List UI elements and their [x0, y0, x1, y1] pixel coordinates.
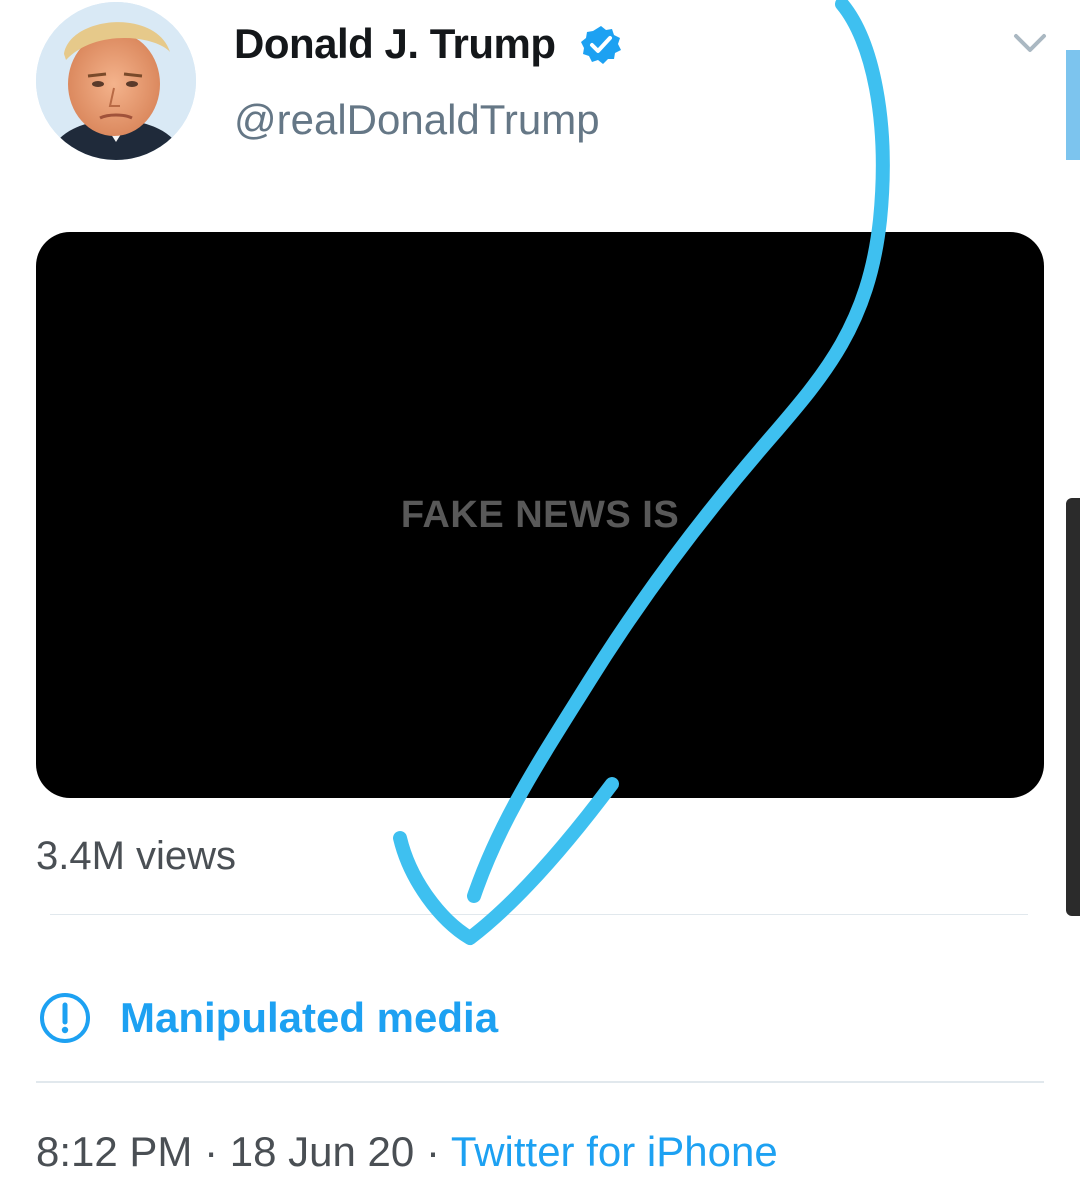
manipulated-media-link[interactable]: Manipulated media — [120, 994, 498, 1042]
avatar[interactable] — [36, 2, 196, 160]
meta-separator: · — [204, 1128, 219, 1175]
video-player[interactable]: FAKE NEWS IS — [36, 232, 1044, 798]
tweet-detail: Donald J. Trump @realDonaldTrump FAKE NE… — [0, 0, 1080, 1194]
scrollbar[interactable] — [1066, 498, 1080, 916]
divider — [36, 1081, 1044, 1083]
tweet-date[interactable]: 18 Jun 20 — [230, 1128, 415, 1175]
tweet-time[interactable]: 8:12 PM — [36, 1128, 192, 1175]
portrait-image — [36, 2, 196, 160]
exclamation-circle-icon[interactable] — [38, 991, 92, 1045]
verified-badge-icon — [581, 26, 621, 64]
divider — [50, 914, 1028, 915]
tweet-metadata: 8:12 PM · 18 Jun 20 · Twitter for iPhone — [36, 1128, 778, 1176]
author-handle[interactable]: @realDonaldTrump — [234, 96, 600, 144]
chevron-down-icon[interactable] — [1010, 28, 1050, 58]
video-caption-text: FAKE NEWS IS — [400, 494, 680, 536]
tweet-source-link[interactable]: Twitter for iPhone — [451, 1128, 778, 1175]
side-edge-accent — [1066, 50, 1080, 160]
meta-separator: · — [425, 1128, 440, 1175]
view-count: 3.4M views — [36, 834, 237, 878]
author-name[interactable]: Donald J. Trump — [234, 20, 556, 68]
